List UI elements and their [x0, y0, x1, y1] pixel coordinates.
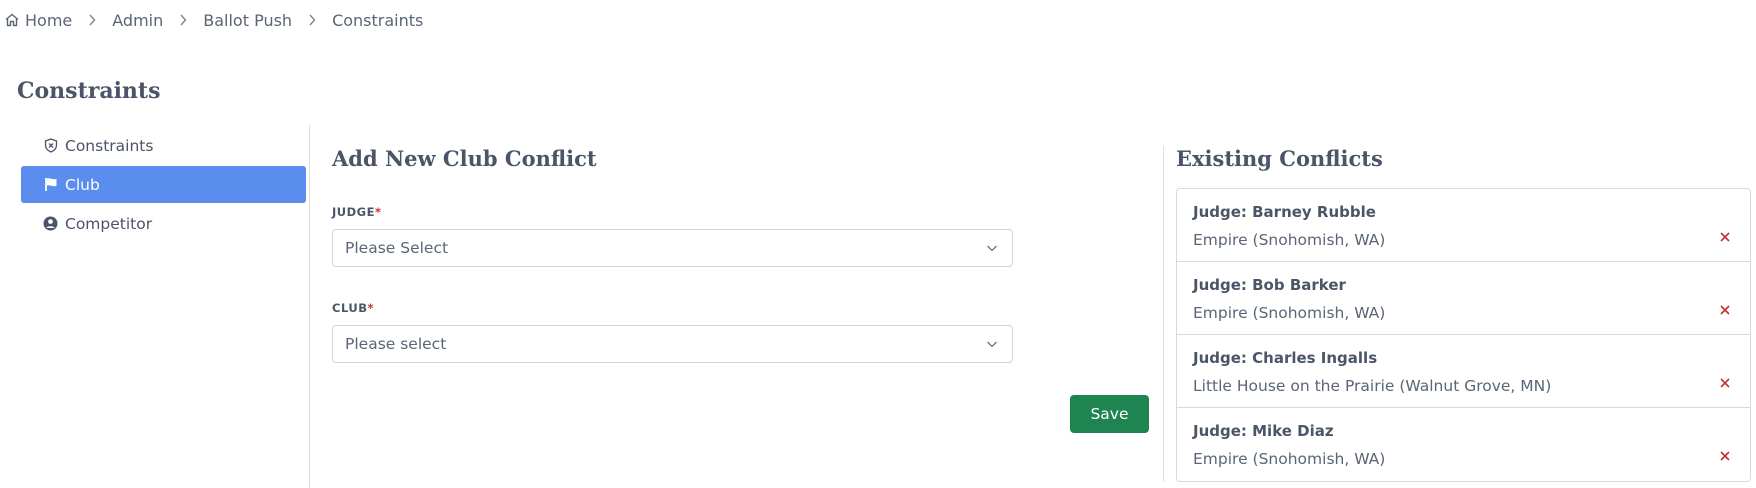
conflict-club: Little House on the Prairie (Walnut Grov… — [1193, 377, 1552, 395]
sidebar-item-club[interactable]: Club — [21, 166, 306, 203]
conflicts-list: Judge: Barney Rubble Empire (Snohomish, … — [1176, 188, 1751, 482]
list-item: Judge: Barney Rubble Empire (Snohomish, … — [1177, 189, 1750, 262]
breadcrumb-constraints[interactable]: Constraints — [332, 11, 423, 30]
required-mark: * — [367, 301, 374, 315]
judge-label-text: JUDGE — [332, 205, 375, 219]
sidebar-item-constraints[interactable]: Constraints — [21, 127, 306, 164]
conflict-judge: Judge: Charles Ingalls — [1193, 349, 1378, 367]
delete-icon[interactable] — [1718, 303, 1732, 317]
club-select[interactable]: Please select — [332, 325, 1013, 363]
conflict-club: Empire (Snohomish, WA) — [1193, 231, 1386, 249]
sidebar-item-label: Club — [65, 175, 100, 194]
club-label-text: CLUB — [332, 301, 368, 315]
list-item: Judge: Bob Barker Empire (Snohomish, WA) — [1177, 262, 1750, 335]
form-title: Add New Club Conflict — [332, 146, 597, 171]
sidebar-item-competitor[interactable]: Competitor — [21, 205, 306, 242]
conflict-judge: Judge: Mike Diaz — [1193, 422, 1334, 440]
chevron-right-icon — [308, 14, 316, 26]
user-circle-icon — [43, 216, 58, 231]
breadcrumb-ballot-push[interactable]: Ballot Push — [203, 11, 292, 30]
sidebar-item-label: Constraints — [65, 136, 154, 155]
content-divider — [1163, 146, 1164, 482]
conflict-club: Empire (Snohomish, WA) — [1193, 450, 1386, 468]
judge-label: JUDGE* — [332, 205, 381, 219]
shield-x-icon — [43, 138, 58, 153]
conflict-club: Empire (Snohomish, WA) — [1193, 304, 1386, 322]
chevron-right-icon — [179, 14, 187, 26]
list-item: Judge: Charles Ingalls Little House on t… — [1177, 335, 1750, 408]
breadcrumb-home[interactable]: Home — [4, 11, 72, 30]
conflict-judge: Judge: Barney Rubble — [1193, 203, 1376, 221]
required-mark: * — [374, 205, 382, 219]
judge-select-value: Please Select — [345, 239, 449, 257]
save-button[interactable]: Save — [1070, 395, 1149, 433]
sidebar-item-label: Competitor — [65, 214, 153, 233]
breadcrumb-admin[interactable]: Admin — [112, 11, 163, 30]
breadcrumb-home-label: Home — [25, 10, 73, 30]
sidebar: Constraints Club Competitor — [21, 127, 306, 244]
page-title: Constraints — [17, 78, 161, 104]
delete-icon[interactable] — [1718, 230, 1732, 244]
chevron-down-icon — [986, 242, 998, 254]
club-select-value: Please select — [345, 335, 447, 353]
flag-icon — [43, 177, 58, 192]
sidebar-divider — [309, 125, 310, 488]
breadcrumb: Home Admin Ballot Push Constraints — [4, 8, 423, 32]
delete-icon[interactable] — [1718, 376, 1732, 390]
chevron-right-icon — [88, 14, 96, 26]
conflicts-title: Existing Conflicts — [1176, 146, 1383, 171]
delete-icon[interactable] — [1718, 449, 1732, 463]
conflict-judge: Judge: Bob Barker — [1193, 276, 1346, 294]
chevron-down-icon — [986, 338, 998, 350]
judge-select[interactable]: Please Select — [332, 229, 1013, 267]
list-item: Judge: Mike Diaz Empire (Snohomish, WA) — [1177, 408, 1750, 481]
club-label: CLUB* — [332, 301, 374, 315]
home-icon — [4, 12, 20, 28]
